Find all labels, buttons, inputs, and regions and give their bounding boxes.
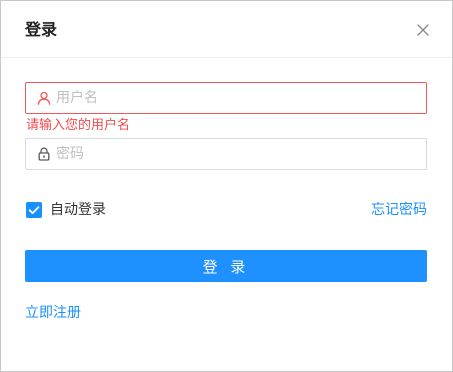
forgot-password-link[interactable]: 忘记密码 xyxy=(371,201,427,219)
password-field[interactable] xyxy=(25,138,427,170)
password-input[interactable] xyxy=(56,139,416,169)
lock-icon xyxy=(38,147,50,161)
username-error-message: 请输入您的用户名 xyxy=(26,118,131,133)
checkbox-box[interactable] xyxy=(26,202,42,218)
auto-login-label: 自动登录 xyxy=(50,202,106,218)
dialog-title: 登录 xyxy=(25,20,58,39)
dialog-header: 登录 xyxy=(1,1,452,58)
user-icon xyxy=(37,91,51,105)
login-button[interactable]: 登 录 xyxy=(25,250,427,282)
username-input[interactable] xyxy=(56,83,416,113)
username-field[interactable] xyxy=(25,82,427,114)
login-dialog: 登录 请输入您的用户名 自动登录 忘记密码 登 录 立即注 xyxy=(0,0,453,372)
close-button[interactable] xyxy=(413,20,433,40)
register-link[interactable]: 立即注册 xyxy=(25,304,81,322)
close-icon xyxy=(417,24,429,36)
checkmark-icon xyxy=(28,206,40,214)
